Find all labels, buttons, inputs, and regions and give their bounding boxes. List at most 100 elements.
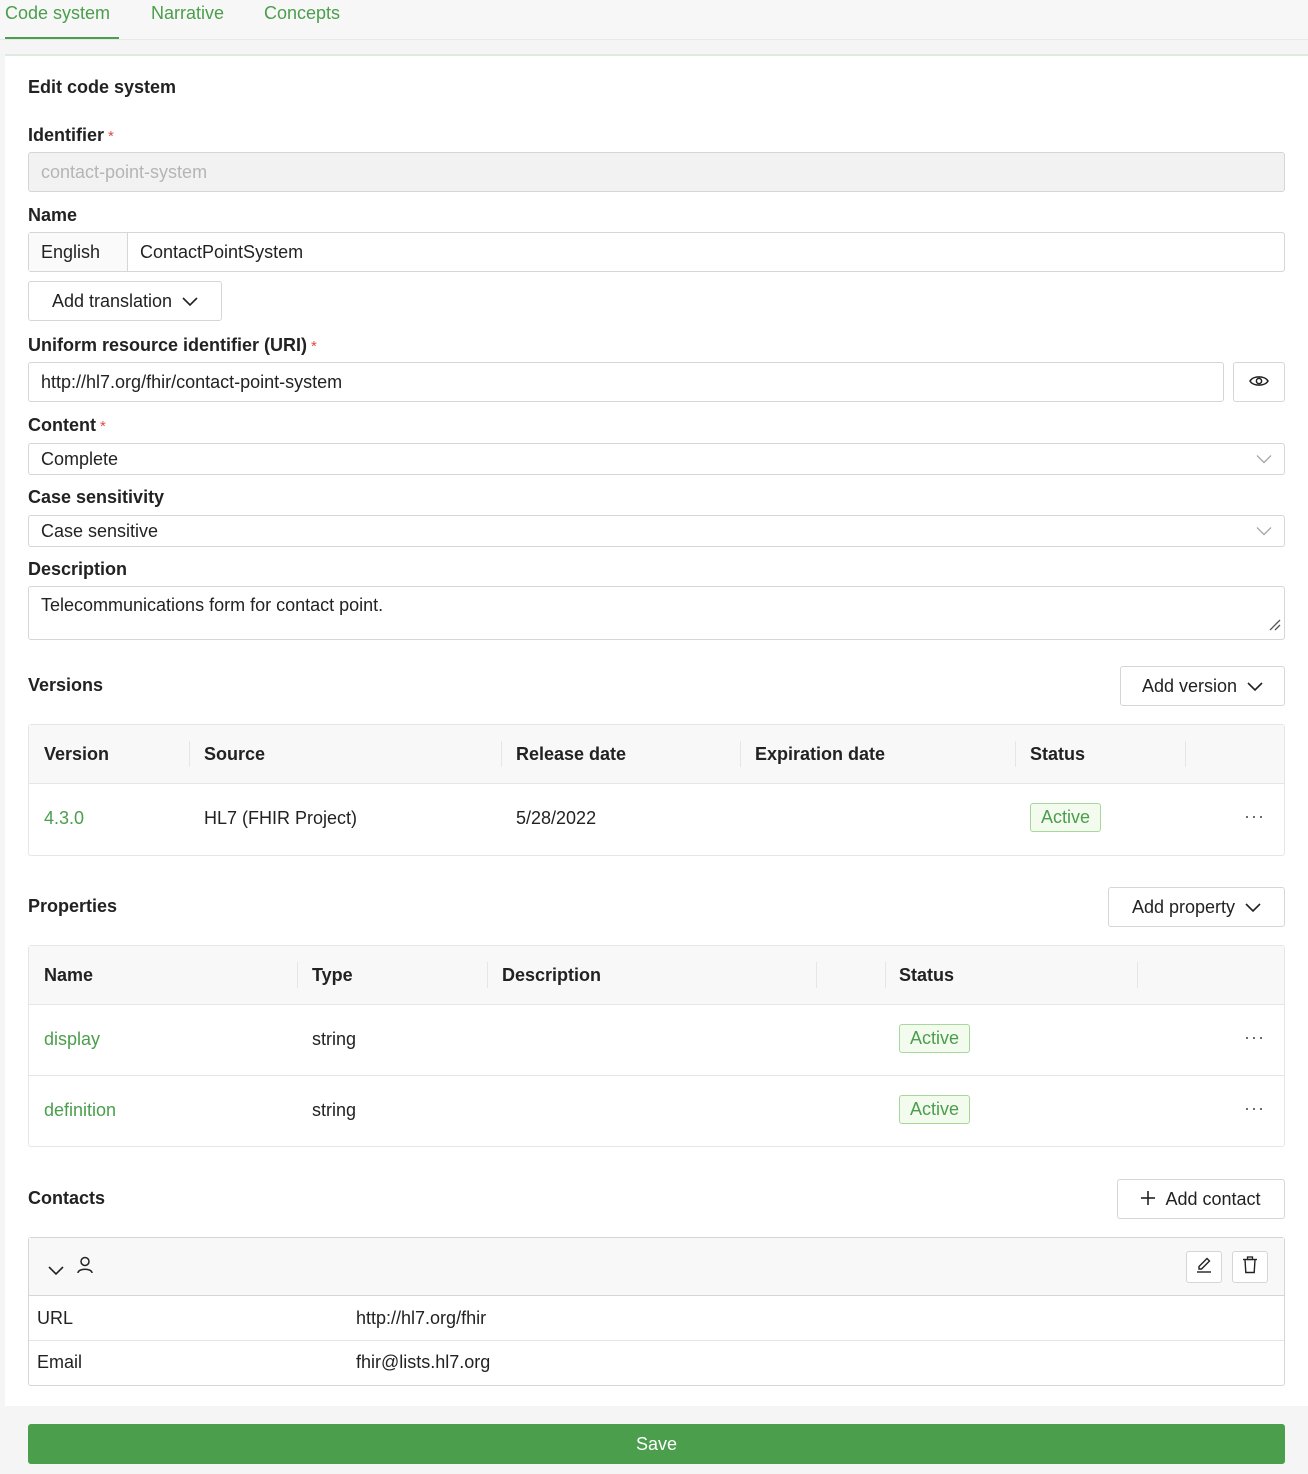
column-divider (1137, 962, 1138, 988)
column-divider (740, 741, 741, 767)
column-divider (501, 741, 502, 767)
content-label-text: Content (28, 415, 96, 435)
name-label: Name (28, 205, 78, 225)
column-header-status: Status (899, 965, 955, 985)
page-title: Edit code system (28, 77, 177, 97)
column-header-type: Type (312, 965, 353, 985)
identifier-label-text: Identifier (28, 125, 105, 145)
version-link[interactable]: 4.3.0 (44, 808, 84, 829)
column-divider (816, 962, 817, 988)
table-row: definition string Active ··· (29, 1076, 1284, 1146)
add-version-label: Add version (1141, 675, 1238, 696)
column-header-name: Name (44, 965, 94, 985)
version-release-date: 5/28/2022 (516, 808, 597, 828)
status-badge: Active (1030, 803, 1102, 832)
add-version-button[interactable]: Add version (1120, 666, 1285, 706)
version-source: HL7 (FHIR Project) (204, 808, 358, 828)
add-property-button[interactable]: Add property (1108, 887, 1285, 927)
uri-label-text: Uniform resource identifier (URI) (28, 335, 308, 355)
edit-icon (1195, 1256, 1213, 1279)
eye-icon (1249, 372, 1269, 393)
content-select[interactable]: Complete (28, 443, 1285, 475)
chevron-down-icon (1247, 676, 1263, 697)
description-textarea[interactable]: Telecommunications form for contact poin… (28, 586, 1285, 640)
name-field-group: English ContactPointSystem (28, 232, 1285, 272)
tab-concepts[interactable]: Concepts (264, 3, 340, 24)
content-label: Content * (28, 415, 106, 436)
contact-card: URL http://hl7.org/fhir Email fhir@lists… (28, 1237, 1285, 1386)
properties-table-header: Name Type Description Status (29, 946, 1284, 1005)
tab-bar: Code system Narrative Concepts (0, 0, 1308, 40)
contact-key: URL (37, 1308, 74, 1328)
add-property-label: Add property (1131, 896, 1236, 917)
tab-code-system[interactable]: Code system (5, 3, 110, 24)
column-divider (487, 962, 488, 988)
versions-title: Versions (28, 675, 104, 695)
trash-icon (1242, 1255, 1258, 1279)
chevron-down-icon (1245, 897, 1261, 918)
contact-value: fhir@lists.hl7.org (356, 1352, 491, 1372)
uri-input[interactable]: http://hl7.org/fhir/contact-point-system (28, 362, 1224, 402)
case-sensitivity-value: Case sensitive (41, 520, 159, 541)
column-divider (189, 741, 190, 767)
uri-label: Uniform resource identifier (URI) * (28, 335, 317, 356)
status-badge: Active (899, 1024, 971, 1053)
more-actions-icon[interactable]: ··· (1244, 806, 1265, 827)
description-value: Telecommunications form for contact poin… (41, 595, 384, 615)
property-name-link[interactable]: definition (44, 1100, 116, 1121)
properties-table: Name Type Description Status display str… (28, 945, 1285, 1147)
chevron-down-icon (1256, 521, 1272, 542)
resize-handle-icon[interactable] (1269, 615, 1281, 636)
active-tab-indicator (5, 37, 119, 39)
column-divider (1015, 741, 1016, 767)
contact-detail-row: URL http://hl7.org/fhir (29, 1297, 1284, 1341)
properties-title: Properties (28, 896, 118, 916)
collapse-chevron-icon[interactable] (48, 1260, 64, 1281)
column-header-release-date: Release date (516, 744, 627, 764)
column-header-status: Status (1030, 744, 1086, 764)
property-name-link[interactable]: display (44, 1029, 100, 1050)
chevron-down-icon (1256, 449, 1272, 470)
add-translation-label: Add translation (51, 290, 173, 311)
identifier-label: Identifier * (28, 125, 114, 146)
add-translation-button[interactable]: Add translation (28, 281, 222, 321)
tab-narrative[interactable]: Narrative (151, 3, 224, 24)
edit-contact-button[interactable] (1186, 1251, 1222, 1283)
column-header-source: Source (204, 744, 266, 764)
more-actions-icon[interactable]: ··· (1244, 1098, 1265, 1119)
add-contact-button[interactable]: Add contact (1117, 1179, 1285, 1219)
preview-uri-button[interactable] (1233, 362, 1285, 402)
property-type: string (312, 1029, 357, 1049)
user-icon (77, 1256, 93, 1279)
save-button[interactable]: Save (28, 1424, 1285, 1464)
property-type: string (312, 1100, 357, 1120)
delete-contact-button[interactable] (1232, 1251, 1268, 1283)
required-mark: * (311, 338, 317, 355)
column-header-expiration-date: Expiration date (755, 744, 886, 764)
required-mark: * (99, 418, 106, 435)
contacts-title: Contacts (28, 1188, 106, 1208)
contact-card-header (29, 1238, 1284, 1296)
column-header-version: Version (44, 744, 110, 764)
contact-key: Email (37, 1352, 83, 1372)
more-actions-icon[interactable]: ··· (1244, 1027, 1265, 1048)
name-language-addon: English (29, 233, 128, 271)
column-divider (297, 962, 298, 988)
identifier-field[interactable]: contact-point-system (28, 152, 1285, 192)
versions-table-header: Version Source Release date Expiration d… (29, 725, 1284, 784)
chevron-down-icon (182, 291, 198, 312)
contact-detail-row: Email fhir@lists.hl7.org (29, 1341, 1284, 1385)
column-divider (885, 962, 886, 988)
contact-value: http://hl7.org/fhir (356, 1308, 487, 1328)
case-sensitivity-label: Case sensitivity (28, 487, 165, 507)
identifier-value: contact-point-system (41, 161, 208, 182)
required-mark: * (108, 128, 114, 145)
uri-value: http://hl7.org/fhir/contact-point-system (41, 371, 343, 392)
content-value: Complete (41, 448, 119, 469)
description-label: Description (28, 559, 128, 579)
name-input[interactable]: ContactPointSystem (128, 242, 303, 263)
case-sensitivity-select[interactable]: Case sensitive (28, 515, 1285, 547)
plus-icon (1141, 1189, 1156, 1210)
status-badge: Active (899, 1095, 971, 1124)
versions-table: Version Source Release date Expiration d… (28, 724, 1285, 856)
